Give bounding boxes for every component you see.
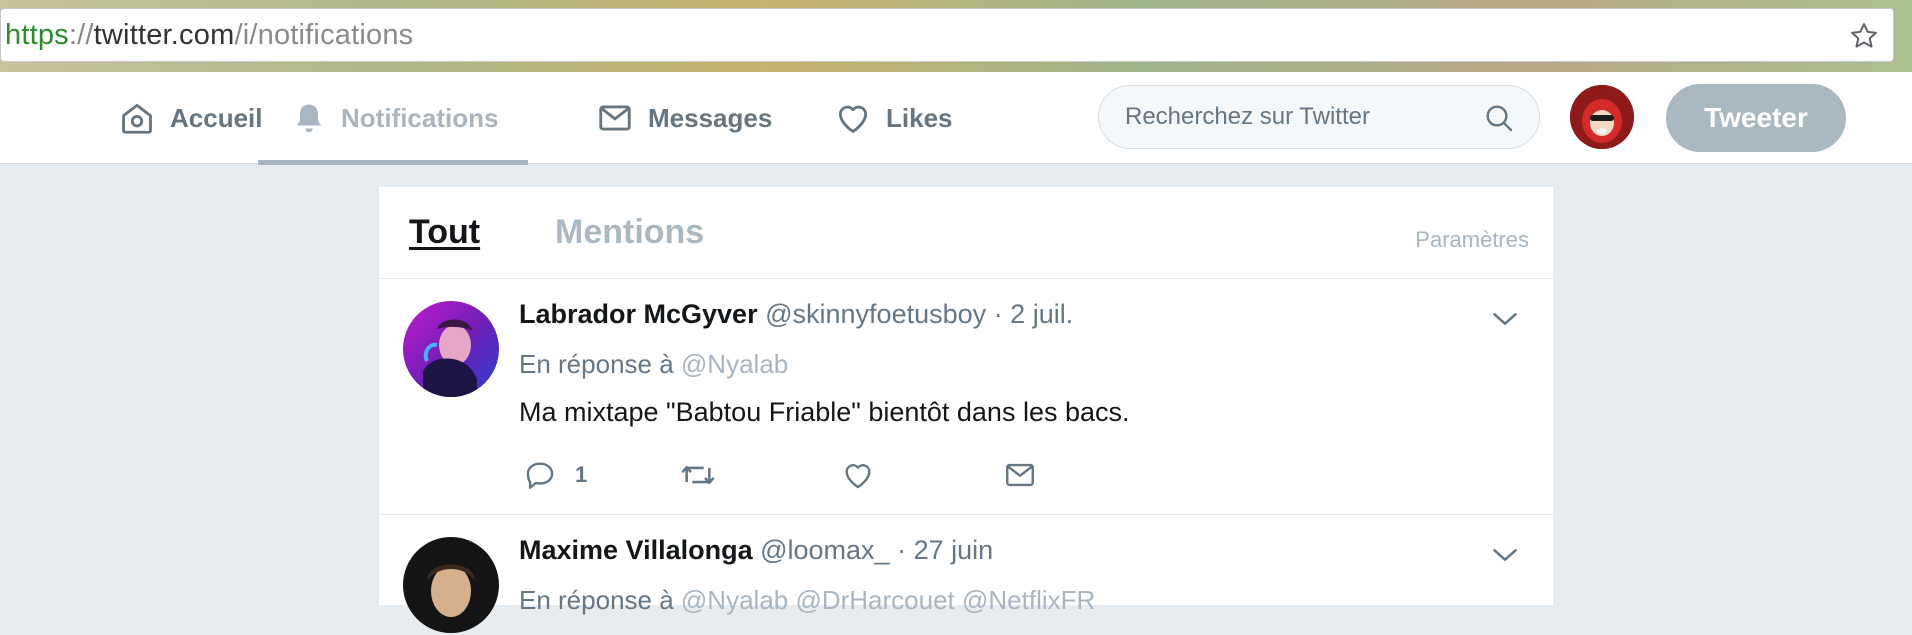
user-avatar[interactable] xyxy=(1570,85,1634,149)
tweet-author-avatar-image xyxy=(403,301,499,397)
tweet-author-handle[interactable]: @skinnyfoetusboy xyxy=(765,299,986,329)
home-icon xyxy=(122,103,152,134)
nav-messages[interactable]: Messages xyxy=(596,72,772,164)
retweet-icon xyxy=(681,465,715,485)
heart-icon xyxy=(845,464,871,489)
tweet-text: Ma mixtape "Babtou Friable" bientôt dans… xyxy=(519,397,1130,427)
search-box xyxy=(1098,85,1540,149)
nav-notifications[interactable]: Notifications xyxy=(258,72,529,165)
reply-mention[interactable]: @Nyalab xyxy=(681,349,788,379)
tweet-author-handle[interactable]: @loomax_ xyxy=(760,535,889,565)
user-avatar-image xyxy=(1570,85,1634,149)
tweet-item[interactable]: Labrador McGyver @skinnyfoetusboy · 2 ju… xyxy=(379,279,1553,515)
notifications-panel: Tout Mentions Paramètres Labrador McGyve… xyxy=(378,186,1554,635)
address-bar-url[interactable]: https://twitter.com/i/notifications xyxy=(5,19,413,52)
nav-messages-label: Messages xyxy=(648,102,773,133)
direct-message-button[interactable] xyxy=(1003,458,1037,492)
search-icon[interactable] xyxy=(1483,102,1515,134)
address-bar[interactable]: https://twitter.com/i/notifications xyxy=(0,8,1894,62)
reply-prefix: En réponse à xyxy=(519,349,674,379)
reply-context: En réponse à @Nyalab @DrHarcouet @Netfli… xyxy=(519,585,1095,616)
tab-mentions[interactable]: Mentions xyxy=(555,213,704,252)
separator-dot: · xyxy=(993,299,1003,329)
tab-all[interactable]: Tout xyxy=(409,213,480,252)
tweet-header: Maxime Villalonga @loomax_ · 27 juin xyxy=(519,535,993,566)
tweet-author-avatar-image xyxy=(403,537,499,633)
reply-context: En réponse à @Nyalab xyxy=(519,349,788,380)
heart-icon xyxy=(838,105,868,133)
tweet-date[interactable]: 2 juil. xyxy=(1010,299,1073,329)
reply-count: 1 xyxy=(575,462,588,487)
tweet-date[interactable]: 27 juin xyxy=(914,535,994,565)
browser-toolbar: https://twitter.com/i/notifications xyxy=(0,0,1912,72)
tweet-author-avatar[interactable] xyxy=(403,537,499,633)
tweet-button[interactable]: Tweeter xyxy=(1666,84,1846,152)
nav-home[interactable]: Accueil xyxy=(118,72,263,164)
tweet-author-name[interactable]: Maxime Villalonga xyxy=(519,535,753,565)
nav-likes-label: Likes xyxy=(886,102,953,133)
nav-notifications-label: Notifications xyxy=(341,102,499,133)
tweet-author-name[interactable]: Labrador McGyver xyxy=(519,299,758,329)
nav-home-label: Accueil xyxy=(170,102,263,133)
bell-icon xyxy=(297,104,321,133)
envelope-icon xyxy=(599,105,631,131)
settings-link[interactable]: Paramètres xyxy=(1415,227,1529,253)
tweet-author-avatar[interactable] xyxy=(403,301,499,397)
retweet-button[interactable] xyxy=(679,458,717,492)
top-navigation: Accueil Notifications Messages Likes Rec… xyxy=(0,72,1912,165)
tweet-item[interactable]: Maxime Villalonga @loomax_ · 27 juin En … xyxy=(379,515,1553,635)
chevron-down-icon[interactable] xyxy=(1491,545,1519,565)
chevron-down-icon[interactable] xyxy=(1491,309,1519,329)
separator-dot: · xyxy=(897,535,907,565)
envelope-icon xyxy=(1006,463,1034,487)
nav-likes[interactable]: Likes xyxy=(834,72,953,164)
reply-prefix: En réponse à xyxy=(519,585,674,615)
notifications-tabs: Tout Mentions Paramètres xyxy=(379,187,1553,279)
bookmark-star-icon[interactable] xyxy=(1849,21,1879,51)
search-input[interactable] xyxy=(1123,102,1463,132)
like-button[interactable] xyxy=(841,458,875,492)
reply-button[interactable]: 1 xyxy=(523,458,587,492)
tweet-header: Labrador McGyver @skinnyfoetusboy · 2 ju… xyxy=(519,299,1073,330)
reply-icon xyxy=(526,462,554,489)
reply-mention[interactable]: @Nyalab @DrHarcouet @NetflixFR xyxy=(681,585,1095,615)
